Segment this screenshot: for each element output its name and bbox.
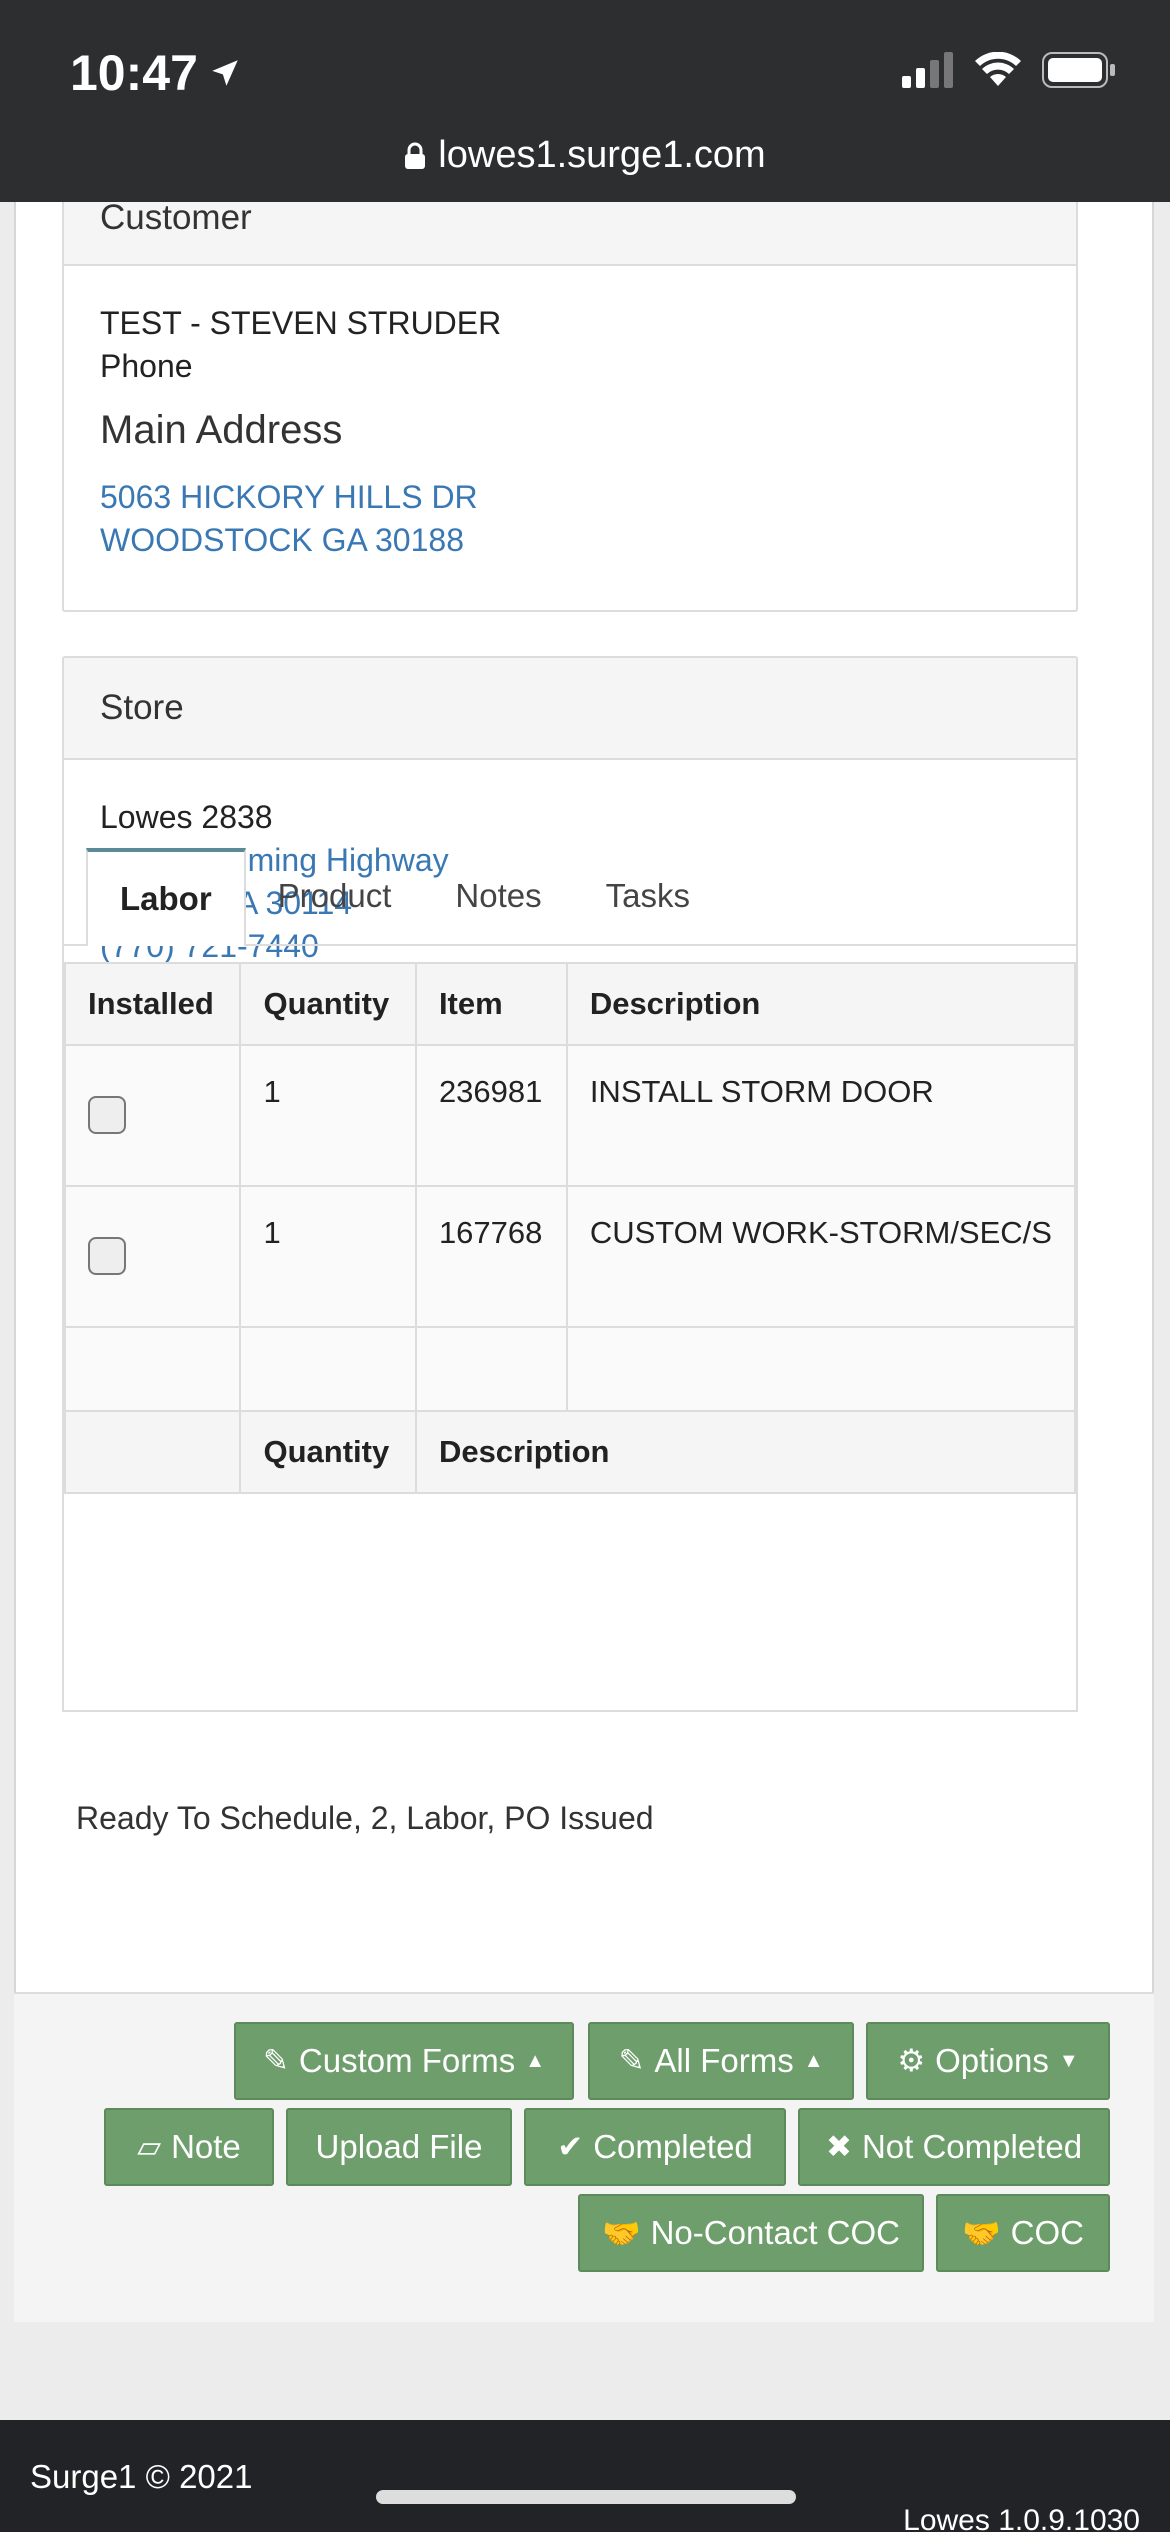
item-cell: 167768 — [414, 1185, 568, 1328]
col-quantity: Quantity — [239, 962, 417, 1046]
tab-tasks-label: Tasks — [605, 877, 690, 914]
options-label: Options — [935, 2042, 1049, 2079]
col-description: Description — [565, 962, 1076, 1046]
handshake-icon: 🤝 — [962, 2215, 1001, 2251]
tab-product[interactable]: Product — [246, 846, 424, 946]
tab-tasks[interactable]: Tasks — [574, 846, 722, 946]
col-installed: Installed — [64, 962, 242, 1046]
tab-labor[interactable]: Labor — [86, 848, 246, 946]
installed-checkbox[interactable] — [88, 1237, 126, 1275]
store-panel-heading: Store — [64, 658, 1076, 760]
empty-cell — [565, 1326, 1076, 1412]
clock-fg: 10:47 — [70, 44, 242, 102]
table-row: 1 167768 CUSTOM WORK-STORM/SEC/S — [64, 1185, 1076, 1328]
col-item: Item — [414, 962, 568, 1046]
item-cell: 236981 — [414, 1044, 568, 1187]
labor-table-container[interactable]: Installed Quantity Item Description 1 23… — [62, 944, 1078, 1712]
all-forms-label: All Forms — [654, 2042, 794, 2079]
options-button[interactable]: ⚙ Options ▼ — [866, 2022, 1110, 2100]
version-text: Lowes 1.0.9.1030 — [903, 2504, 1140, 2532]
empty-cell — [239, 1326, 417, 1412]
action-bar: ✎ Custom Forms ▲ ✎ All Forms ▲ ⚙ Options… — [14, 1992, 1154, 2322]
upload-file-button[interactable]: Upload File — [286, 2108, 512, 2186]
address-bar-fg[interactable]: lowes1.surge1.com — [0, 134, 1170, 177]
tab-bar: Labor Product Notes Tasks — [86, 846, 722, 946]
time-label-fg: 10:47 — [70, 45, 198, 101]
tab-notes[interactable]: Notes — [423, 846, 573, 946]
customer-panel-body: TEST - STEVEN STRUDER Phone Main Address… — [64, 266, 1076, 598]
coc-label: COC — [1010, 2214, 1084, 2251]
check-icon: ✔ — [557, 2129, 584, 2164]
description-cell: CUSTOM WORK-STORM/SEC/S — [565, 1185, 1076, 1328]
wifi-icon — [975, 52, 1021, 86]
sub-col-description: Description — [414, 1410, 1076, 1494]
address-line2-link[interactable]: WOODSTOCK GA 30188 — [100, 519, 1040, 562]
custom-forms-label: Custom Forms — [298, 2042, 516, 2079]
tab-notes-label: Notes — [455, 877, 542, 914]
no-contact-coc-label: No-Contact COC — [650, 2214, 900, 2251]
signal-icon — [902, 52, 953, 88]
battery-icon — [1042, 52, 1115, 88]
quantity-cell: 1 — [239, 1185, 417, 1328]
completed-button[interactable]: ✔ Completed — [524, 2108, 786, 2186]
gear-icon: ⚙ — [897, 2043, 926, 2078]
location-arrow-icon — [212, 60, 238, 86]
installed-cell — [64, 1185, 242, 1328]
store-name: Lowes 2838 — [100, 799, 273, 835]
pencil-icon: ✎ — [262, 2043, 289, 2078]
completed-label: Completed — [593, 2128, 753, 2165]
sub-col-quantity: Quantity — [239, 1410, 417, 1494]
table-row-empty — [64, 1326, 1076, 1412]
address-line1-link[interactable]: 5063 HICKORY HILLS DR — [100, 476, 1040, 519]
site-footer: Surge1 © 2021 Lowes 1.0.9.1030 — [0, 2420, 1170, 2532]
no-contact-coc-button[interactable]: 🤝 No-Contact COC — [578, 2194, 924, 2272]
store-heading: Store — [100, 688, 184, 727]
lock-icon — [405, 142, 426, 169]
customer-panel: Customer TEST - STEVEN STRUDER Phone Mai… — [62, 162, 1078, 612]
job-status-text: Ready To Schedule, 2, Labor, PO Issued — [76, 1800, 654, 1836]
sticky-note-icon: ▱ — [137, 2129, 162, 2164]
customer-name: TEST - STEVEN STRUDER — [100, 305, 502, 341]
pencil-icon: ✎ — [618, 2043, 645, 2078]
not-completed-label: Not Completed — [861, 2128, 1083, 2165]
status-bar-foreground: 10:47 lowes1.surge1.com — [0, 0, 1170, 202]
empty-cell — [414, 1326, 568, 1412]
all-forms-button[interactable]: ✎ All Forms ▲ — [588, 2022, 854, 2100]
installed-cell — [64, 1044, 242, 1187]
handshake-icon: 🤝 — [601, 2215, 641, 2251]
coc-button[interactable]: 🤝 COC — [936, 2194, 1110, 2272]
installed-checkbox[interactable] — [88, 1096, 126, 1134]
description-cell: INSTALL STORM DOOR — [565, 1044, 1076, 1187]
copyright-text: Surge1 © 2021 — [30, 2458, 253, 2495]
upload-file-label: Upload File — [315, 2128, 483, 2165]
quantity-cell: 1 — [239, 1044, 417, 1187]
table-header-row: Installed Quantity Item Description — [64, 962, 1076, 1046]
table-row: 1 236981 INSTALL STORM DOOR — [64, 1044, 1076, 1187]
customer-phone-label: Phone — [100, 348, 193, 384]
note-label: Note — [171, 2128, 241, 2165]
note-button[interactable]: ▱ Note — [104, 2108, 274, 2186]
close-icon: ✖ — [825, 2129, 852, 2164]
customer-heading: Customer — [100, 198, 252, 237]
url-text-fg: lowes1.surge1.com — [438, 134, 766, 176]
sub-header-row: Quantity Description — [64, 1410, 1076, 1494]
empty-cell — [64, 1326, 242, 1412]
tab-labor-label: Labor — [120, 880, 212, 917]
system-icons-fg — [902, 52, 1116, 88]
tab-product-label: Product — [277, 877, 392, 914]
address-title: Main Address — [100, 408, 343, 452]
custom-forms-button[interactable]: ✎ Custom Forms ▲ — [234, 2022, 574, 2100]
caret-up-icon: ▲ — [803, 2049, 824, 2072]
caret-down-icon: ▼ — [1058, 2049, 1079, 2072]
sub-header-blank — [64, 1410, 242, 1494]
home-indicator[interactable] — [376, 2490, 796, 2504]
not-completed-button[interactable]: ✖ Not Completed — [798, 2108, 1110, 2186]
labor-table: Installed Quantity Item Description 1 23… — [64, 962, 1076, 1494]
caret-up-icon: ▲ — [525, 2049, 546, 2072]
